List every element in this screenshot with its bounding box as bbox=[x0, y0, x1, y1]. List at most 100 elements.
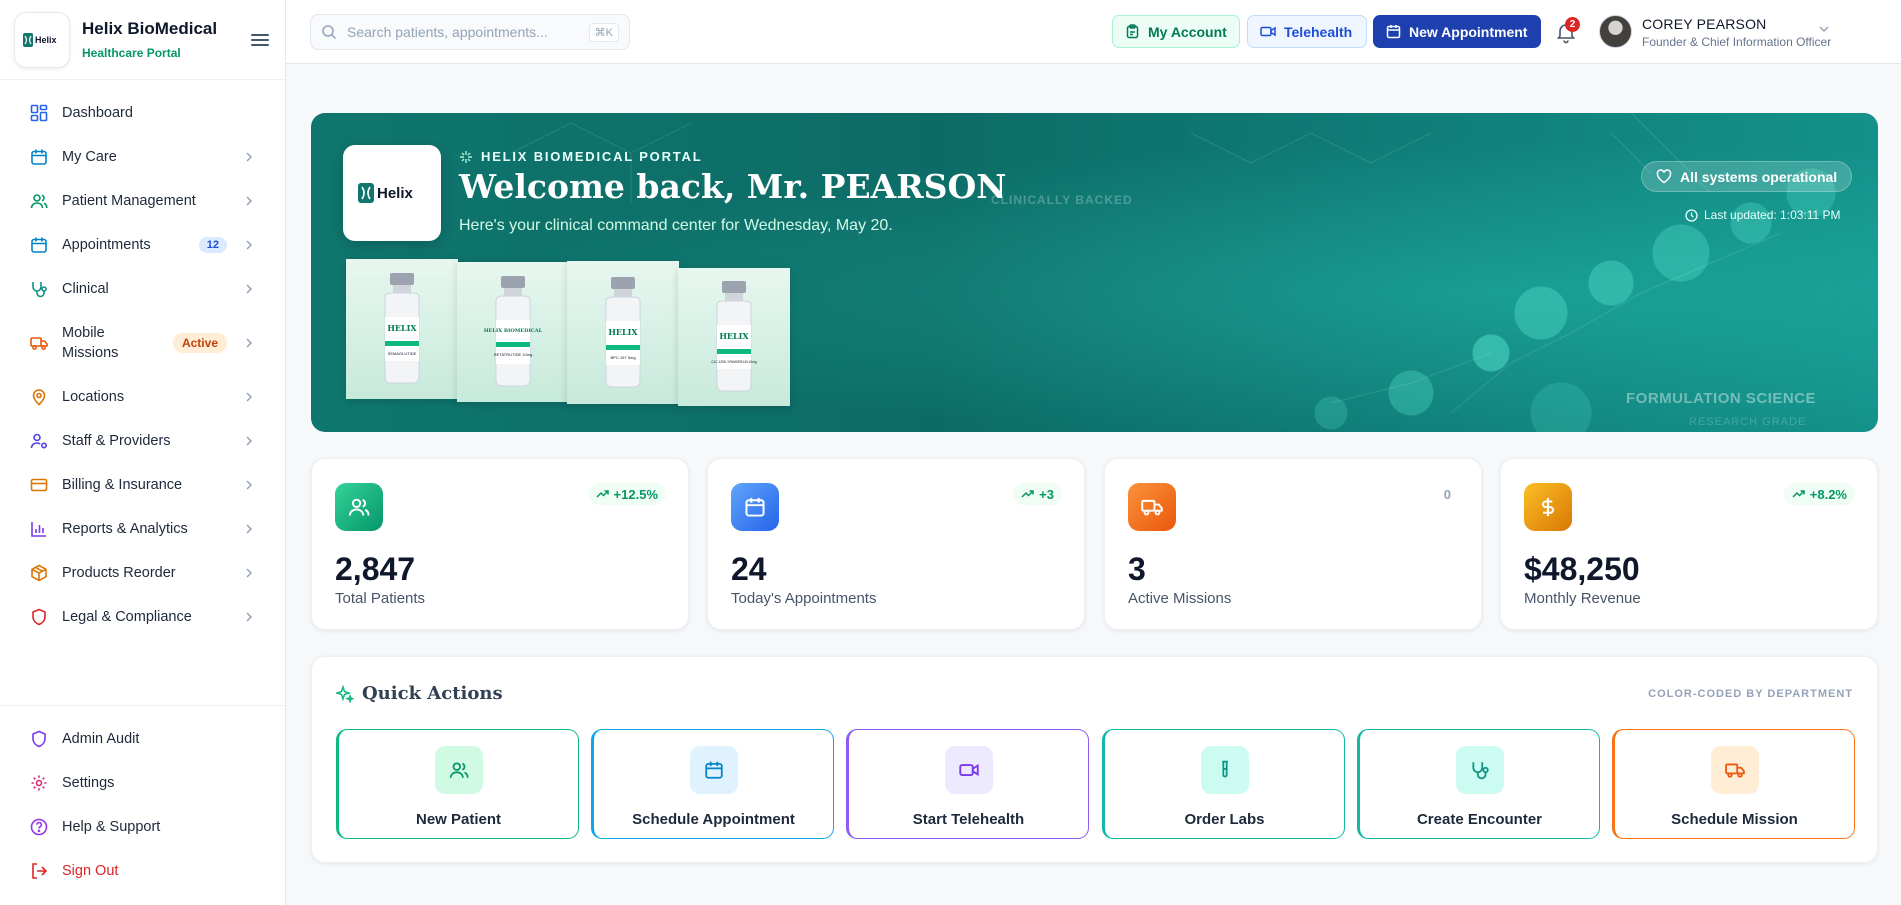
menu-toggle-icon[interactable] bbox=[249, 31, 271, 49]
sidebar-item-products-reorder[interactable]: Products Reorder bbox=[0, 551, 285, 595]
calendar-icon bbox=[1386, 24, 1401, 39]
search-box[interactable]: ⌘K bbox=[310, 14, 630, 50]
stat-value: 24 bbox=[731, 551, 767, 587]
sidebar-item-patient-management[interactable]: Patient Management bbox=[0, 179, 285, 223]
helix-logo-icon: Helix bbox=[358, 183, 414, 203]
users-icon bbox=[335, 483, 383, 531]
sidebar-item-dashboard[interactable]: Dashboard bbox=[0, 91, 285, 135]
sidebar-item-mobile-missions[interactable]: Mobile Missions Active bbox=[0, 311, 285, 375]
product-vial-image: HELIX BPC-157 5mg bbox=[567, 261, 679, 404]
sidebar-item-label: Clinical bbox=[62, 281, 109, 297]
trending-up-icon bbox=[1021, 489, 1034, 499]
search-shortcut: ⌘K bbox=[588, 22, 619, 42]
quick-actions-hint: COLOR-CODED BY DEPARTMENT bbox=[1648, 688, 1853, 700]
welcome-banner: Helix HELIX BIOMEDICAL PORTAL Welcome ba… bbox=[311, 113, 1878, 432]
sidebar-item-help[interactable]: Help & Support bbox=[0, 805, 285, 849]
helix-logo-icon: Helix bbox=[23, 32, 57, 47]
calendar-icon bbox=[689, 746, 738, 794]
chevron-right-icon bbox=[246, 436, 253, 446]
trend-badge: 0 bbox=[1436, 483, 1459, 505]
avatar[interactable] bbox=[1599, 15, 1632, 48]
system-status-badge: All systems operational bbox=[1641, 161, 1853, 192]
quick-action-create-encounter[interactable]: Create Encounter bbox=[1357, 729, 1600, 839]
sidebar-item-settings[interactable]: Settings bbox=[0, 761, 285, 805]
stat-label: Active Missions bbox=[1128, 590, 1232, 607]
new-appointment-button[interactable]: New Appointment bbox=[1373, 15, 1541, 48]
user-role: Founder & Chief Information Officer bbox=[1642, 35, 1832, 49]
video-icon bbox=[1260, 24, 1276, 39]
hero-title: Welcome back, Mr. PEARSON bbox=[459, 167, 1007, 206]
sidebar-item-label: Staff & Providers bbox=[62, 433, 171, 449]
chevron-right-icon bbox=[246, 612, 253, 622]
brand-logo[interactable]: Helix bbox=[14, 11, 70, 68]
truck-icon bbox=[1710, 746, 1759, 794]
chevron-down-icon[interactable] bbox=[1816, 21, 1832, 37]
sidebar-item-legal[interactable]: Legal & Compliance bbox=[0, 595, 285, 639]
vial-product: RETATRUTIDE 10mg bbox=[494, 352, 533, 357]
sidebar-item-my-care[interactable]: My Care bbox=[0, 135, 285, 179]
quick-action-order-labs[interactable]: Order Labs bbox=[1102, 729, 1345, 839]
product-vial-image: HELIX CJC-1295 / IPAMORELIN 10mg bbox=[678, 268, 790, 406]
quick-actions-panel: Quick Actions COLOR-CODED BY DEPARTMENT … bbox=[311, 656, 1878, 863]
telehealth-button[interactable]: Telehealth bbox=[1247, 15, 1367, 48]
sidebar-item-clinical[interactable]: Clinical bbox=[0, 267, 285, 311]
sidebar-item-locations[interactable]: Locations bbox=[0, 375, 285, 419]
clipboard-icon bbox=[1125, 24, 1140, 39]
quick-action-new-patient[interactable]: New Patient bbox=[336, 729, 579, 839]
hero-eyebrow: HELIX BIOMEDICAL PORTAL bbox=[459, 149, 702, 164]
appointments-count-badge: 12 bbox=[198, 237, 227, 253]
sidebar-item-label: Locations bbox=[62, 389, 125, 405]
quick-action-start-telehealth[interactable]: Start Telehealth bbox=[846, 729, 1089, 839]
sidebar-item-label: Sign Out bbox=[62, 863, 119, 879]
hero-ghost-text: CLINICALLY BACKED bbox=[991, 193, 1133, 207]
search-input[interactable] bbox=[347, 24, 589, 40]
brand-name: Helix BioMedical bbox=[82, 19, 218, 38]
stat-label: Total Patients bbox=[335, 590, 426, 607]
sidebar-item-admin-audit[interactable]: Admin Audit bbox=[0, 717, 285, 761]
calendar-icon bbox=[30, 148, 48, 166]
video-icon bbox=[944, 746, 993, 794]
sidebar-item-label: Help & Support bbox=[62, 819, 161, 835]
stat-card-total-patients[interactable]: +12.5% 2,847 Total Patients bbox=[311, 458, 689, 630]
sidebar-item-staff-providers[interactable]: Staff & Providers bbox=[0, 419, 285, 463]
my-account-button[interactable]: My Account bbox=[1112, 15, 1240, 48]
clock-icon bbox=[1685, 208, 1698, 222]
users-icon bbox=[30, 192, 48, 210]
quick-action-schedule-mission[interactable]: Schedule Mission bbox=[1612, 729, 1855, 839]
hero-ghost-caption: FORMULATION SCIENCE bbox=[1626, 390, 1817, 407]
map-pin-icon bbox=[30, 388, 48, 406]
credit-card-icon bbox=[30, 476, 48, 494]
vial-brand: HELIX BIOMEDICAL bbox=[484, 328, 543, 334]
sidebar-item-label: Settings bbox=[62, 775, 115, 791]
my-account-label: My Account bbox=[1148, 23, 1227, 40]
sidebar-item-label: My Care bbox=[62, 149, 117, 165]
quick-actions-title: Quick Actions bbox=[336, 683, 503, 704]
stat-card-todays-appointments[interactable]: +3 24 Today's Appointments bbox=[707, 458, 1085, 630]
last-updated: Last updated: 1:03:11 PM bbox=[1685, 208, 1841, 222]
user-name: COREY PEARSON bbox=[1642, 16, 1767, 32]
quick-actions-title-text: Quick Actions bbox=[362, 683, 503, 704]
last-updated-text: Last updated: 1:03:11 PM bbox=[1704, 208, 1841, 222]
sidebar-item-label: Appointments bbox=[62, 237, 151, 253]
chevron-right-icon bbox=[246, 284, 253, 294]
trend-value: +8.2% bbox=[1809, 486, 1847, 502]
truck-icon bbox=[1128, 483, 1176, 531]
sidebar-item-billing[interactable]: Billing & Insurance bbox=[0, 463, 285, 507]
sidebar-item-appointments[interactable]: Appointments 12 bbox=[0, 223, 285, 267]
sidebar-item-label: Mobile Missions bbox=[62, 325, 119, 361]
sidebar-footer: Admin Audit Settings Help & Support Sign… bbox=[0, 705, 285, 893]
quick-action-schedule-appointment[interactable]: Schedule Appointment bbox=[591, 729, 834, 839]
quick-action-label: Schedule Mission bbox=[1671, 811, 1798, 828]
sidebar-item-reports[interactable]: Reports & Analytics bbox=[0, 507, 285, 551]
trending-up-icon bbox=[1792, 489, 1805, 499]
trend-value: 0 bbox=[1443, 486, 1451, 502]
trend-badge: +8.2% bbox=[1783, 483, 1855, 505]
stat-card-monthly-revenue[interactable]: +8.2% $48,250 Monthly Revenue bbox=[1500, 458, 1878, 630]
hero-subtitle: Here's your clinical command center for … bbox=[459, 217, 893, 234]
product-vial-image: HELIX BIOMEDICAL RETATRUTIDE 10mg bbox=[457, 262, 569, 402]
missions-active-badge: Active bbox=[172, 333, 227, 353]
sidebar-item-sign-out[interactable]: Sign Out bbox=[0, 849, 285, 893]
sidebar-item-label: Dashboard bbox=[62, 105, 133, 121]
trend-badge: +12.5% bbox=[587, 483, 666, 505]
stat-card-active-missions[interactable]: 0 3 Active Missions bbox=[1104, 458, 1482, 630]
